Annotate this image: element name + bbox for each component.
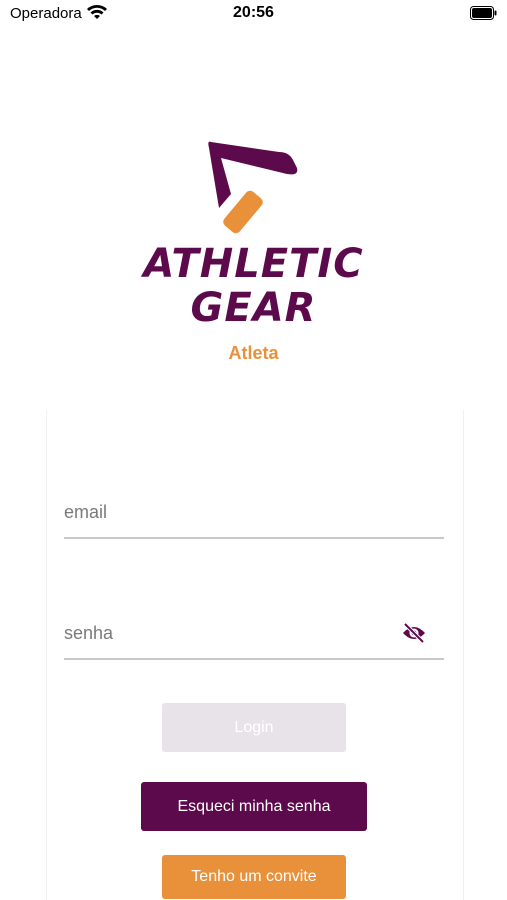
brand-name-line2: GEAR — [190, 285, 317, 331]
password-input[interactable] — [64, 610, 394, 656]
password-field — [64, 610, 444, 660]
clock: 20:56 — [233, 4, 274, 21]
forgot-password-button[interactable]: Esqueci minha senha — [141, 782, 367, 831]
athletic-gear-logo-icon — [208, 141, 298, 234]
status-bar: Operadora 20:56 — [0, 0, 507, 28]
login-screen: Operadora 20:56 ATHLETIC GEAR Atleta ema… — [0, 0, 507, 900]
brand-name-line1: ATHLETIC — [143, 241, 364, 287]
email-input[interactable] — [64, 489, 394, 535]
role-label: Atleta — [228, 343, 279, 363]
eye-off-icon[interactable] — [402, 623, 426, 643]
battery-icon — [470, 6, 497, 20]
invite-button[interactable]: Tenho um convite — [162, 855, 346, 899]
email-field — [64, 489, 444, 539]
login-button[interactable]: Login — [162, 703, 346, 752]
